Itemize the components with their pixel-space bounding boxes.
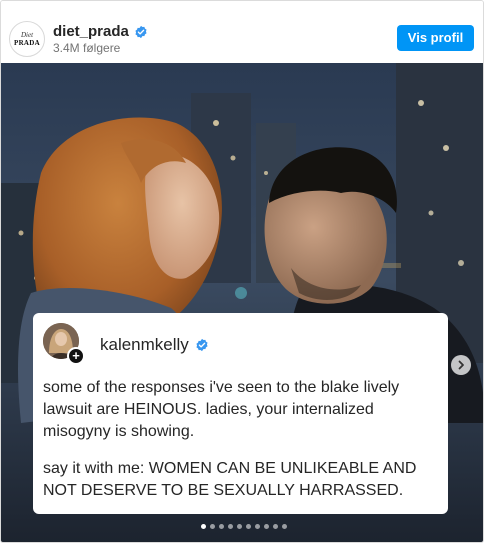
quoted-text-paragraph-2: say it with me: WOMEN CAN BE UNLIKEABLE … [43,460,417,499]
carousel-dot [264,524,269,529]
quoted-text-paragraph-1: some of the responses i've seen to the b… [43,379,400,440]
verified-badge-icon [196,338,208,352]
carousel-pagination [201,524,287,529]
carousel-dot [273,524,278,529]
post-header: Diet PRADA diet_prada 3.4M følgere Vis p… [1,1,483,63]
carousel-dot [228,524,233,529]
verified-badge-icon [135,25,147,38]
follower-count: 3.4M følgere [53,41,121,55]
chevron-right-icon [458,360,464,370]
username-link[interactable]: diet_prada [53,23,129,40]
carousel-dot [255,524,260,529]
username-row: diet_prada [53,23,148,40]
avatar-logo-top: Diet [20,30,34,39]
view-profile-button[interactable]: Vis profil [397,25,474,51]
carousel-dot [201,524,206,529]
next-slide-button[interactable] [451,355,471,375]
carousel-dot [237,524,242,529]
carousel-dot [219,524,224,529]
profile-avatar[interactable]: Diet PRADA [9,21,45,57]
carousel-dot [282,524,287,529]
avatar-logo-bottom: PRADA [14,38,40,47]
quoted-username: kalenmkelly [100,335,189,354]
carousel-dot [210,524,215,529]
quoted-user-row: kalenmkelly [100,335,209,355]
follow-plus-icon: + [67,347,85,365]
instagram-embed: Diet PRADA diet_prada 3.4M følgere Vis p… [0,0,484,543]
quoted-post-card: + kalenmkelly some of the responses i've… [33,313,448,514]
carousel-dot [246,524,251,529]
